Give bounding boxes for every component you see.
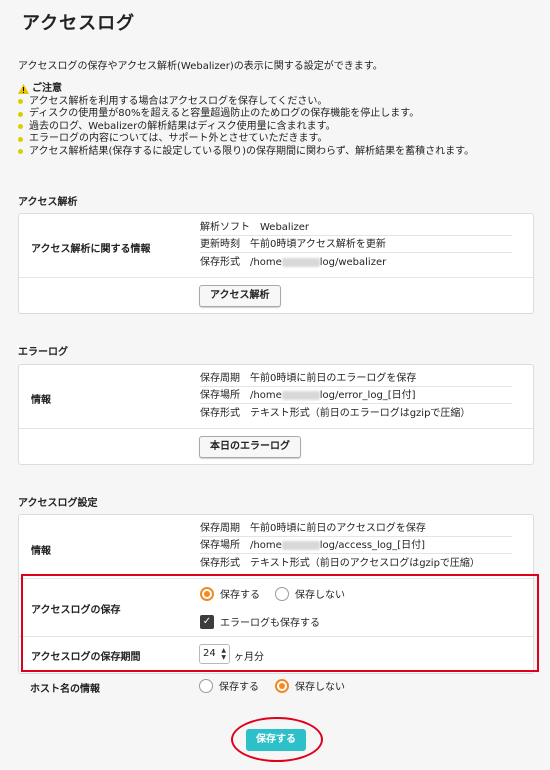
bullet-icon (18, 149, 23, 155)
hostname-no-radio[interactable]: 保存しない (275, 678, 345, 693)
highlight-box (21, 574, 539, 672)
section-title-analysis: アクセス解析 (18, 197, 78, 208)
error-log-panel: 情報 保存周期 午前0時頃に前日のエラーログを保存 保存場所/home log/er… (18, 364, 534, 465)
info-line: 保存形式 テキスト形式（前日のエラーログはgzipで圧縮） (200, 408, 471, 419)
notice-item: エラーログの内容については、サポート外とさせていただきます。 (18, 133, 474, 146)
redacted-text (281, 540, 320, 550)
section-title-error-log: エラーログ (18, 347, 68, 358)
notice-box: ご注意 アクセス解析を利用する場合はアクセスログを保存してください。 ディスクの… (18, 83, 474, 158)
info-line: 保存周期 午前0時頃に前日のアクセスログを保存 (200, 521, 512, 537)
info-line: 保存周期 午前0時頃に前日のエラーログを保存 (200, 371, 512, 387)
notice-item: アクセス解析を利用する場合はアクセスログを保存してください。 (18, 96, 474, 109)
section-title-access-log-settings: アクセスログ設定 (18, 498, 98, 509)
info-line: 保存場所/home log/access_log_[日付] (200, 538, 512, 554)
access-analysis-button[interactable]: アクセス解析 (199, 285, 281, 307)
analysis-row-label: アクセス解析に関する情報 (31, 244, 151, 255)
redacted-text (281, 390, 320, 400)
bullet-icon (18, 124, 23, 130)
analysis-button-row: アクセス解析 (19, 277, 533, 314)
radio-selected-icon (275, 678, 289, 693)
error-log-row-label: 情報 (31, 395, 51, 406)
info-line: 更新時刻 午前0時頃アクセス解析を更新 (200, 237, 512, 253)
redacted-text (281, 257, 320, 267)
error-log-button-row: 本日のエラーログ (19, 428, 533, 465)
warning-icon (18, 84, 29, 95)
page-description: アクセスログの保存やアクセス解析(Webalizer)の表示に関する設定ができま… (18, 61, 383, 72)
bullet-icon (18, 99, 23, 105)
info-line: 解析ソフト Webalizer (200, 220, 512, 236)
notice-item: アクセス解析結果(保存するに設定している限り)の保存期間に関わらず、解析結果を蓄… (18, 146, 474, 159)
hostname-label: ホスト名の情報 (30, 684, 100, 695)
access-log-info-label: 情報 (31, 546, 51, 557)
radio-unselected-icon (199, 678, 213, 693)
page-title: アクセスログ (22, 13, 136, 34)
notice-item: ディスクの使用量が80%を超えると容量超過防止のためログの保存機能を停止します。 (18, 108, 474, 121)
info-line: 保存場所/home log/error_log_[日付] (200, 388, 512, 404)
info-line: 保存形式/home log/webalizer (200, 257, 387, 268)
analysis-panel: アクセス解析に関する情報 解析ソフト Webalizer 更新時刻 午前0時頃アクセ… (18, 213, 534, 314)
todays-error-log-button[interactable]: 本日のエラーログ (199, 436, 301, 458)
hostname-yes-radio[interactable]: 保存する (199, 678, 259, 693)
save-button[interactable]: 保存する (246, 729, 306, 751)
notice-title: ご注意 (18, 83, 474, 96)
notice-item: 過去のログ、Webalizerの解析結果はディスク使用量に含まれます。 (18, 121, 474, 134)
bullet-icon (18, 111, 23, 117)
bullet-icon (18, 136, 23, 142)
info-line: 保存形式 テキスト形式（前日のアクセスログはgzipで圧縮） (200, 558, 480, 569)
